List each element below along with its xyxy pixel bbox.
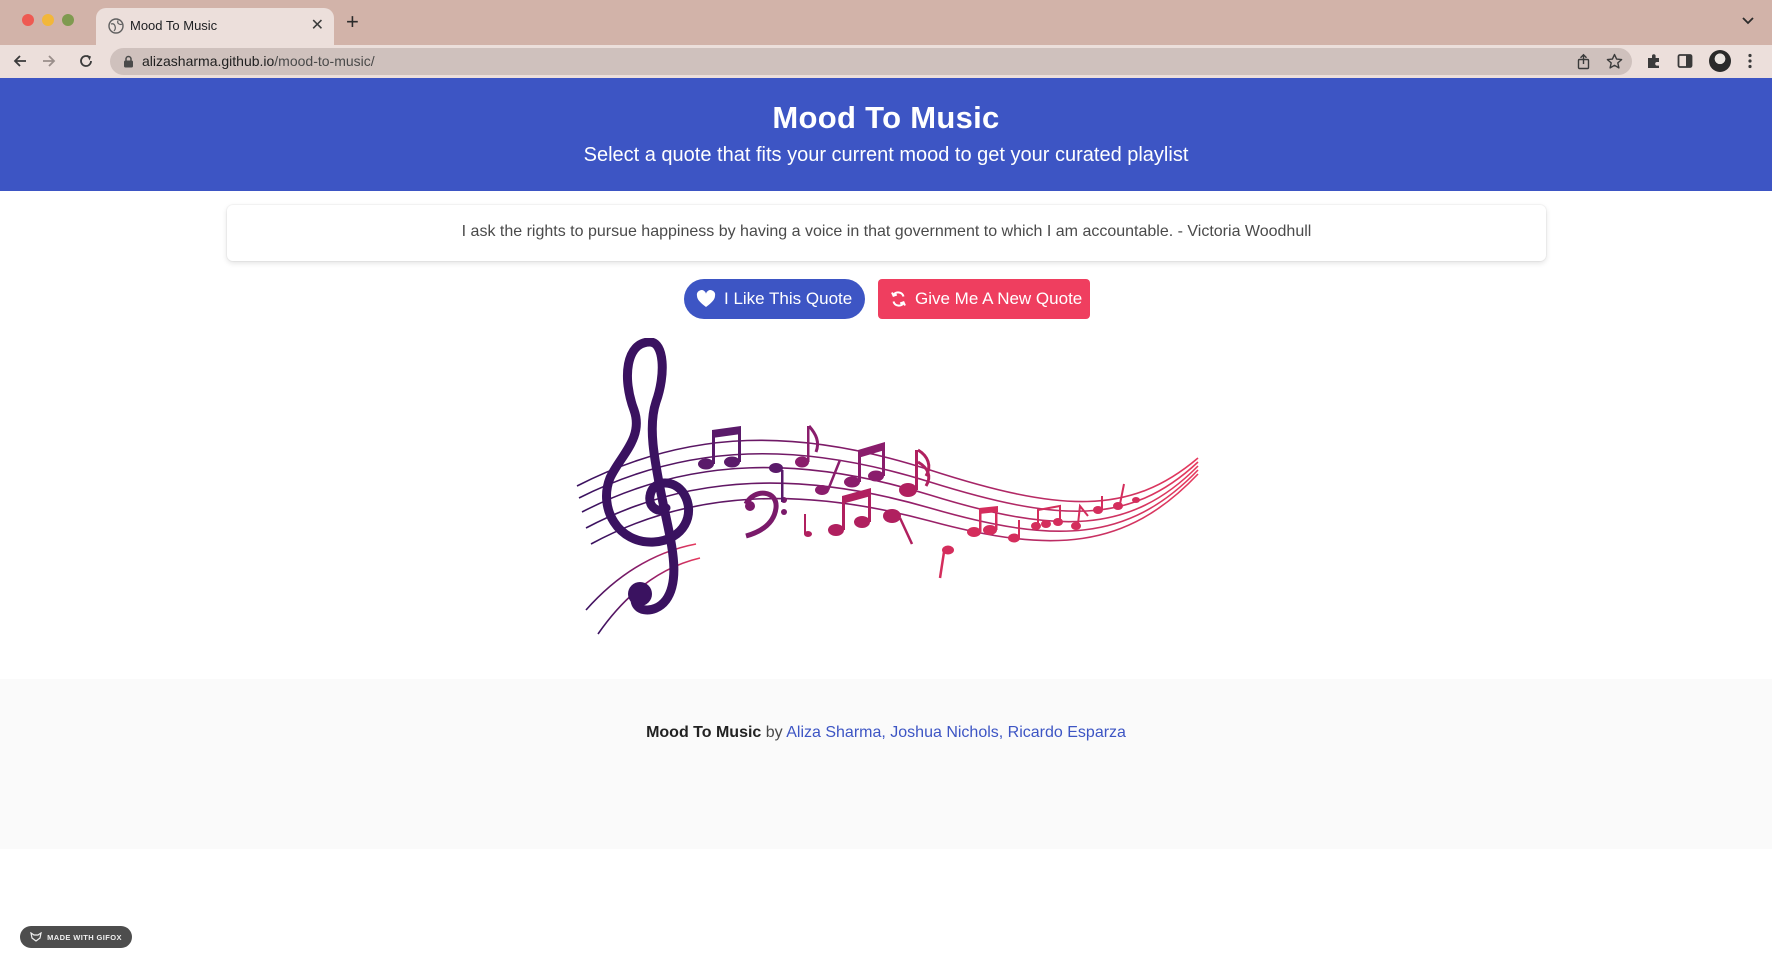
footer: Mood To Music by Aliza Sharma, Joshua Ni… xyxy=(0,679,1772,849)
globe-icon xyxy=(108,18,124,34)
browser-tab[interactable]: Mood To Music ✕ xyxy=(96,8,334,45)
url-host: alizasharma.github.io xyxy=(142,53,275,69)
page-title: Mood To Music xyxy=(772,100,1000,135)
browser-toolbar: alizasharma.github.io/mood-to-music/ xyxy=(0,45,1772,79)
quote-card: I ask the rights to pursue happiness by … xyxy=(227,205,1546,261)
tab-title: Mood To Music xyxy=(130,18,218,33)
refresh-icon xyxy=(891,291,906,307)
close-window-button[interactable] xyxy=(22,14,34,26)
close-tab-icon[interactable]: ✕ xyxy=(311,17,324,35)
lock-icon xyxy=(124,55,133,68)
kebab-menu-icon[interactable] xyxy=(1741,52,1759,70)
page-subtitle: Select a quote that fits your current mo… xyxy=(583,144,1189,166)
back-arrow-icon[interactable] xyxy=(11,52,29,70)
fox-icon xyxy=(30,932,42,942)
forward-arrow-icon[interactable] xyxy=(40,52,58,70)
hero-header: Mood To Music Select a quote that fits y… xyxy=(0,78,1772,191)
browser-tab-strip: Mood To Music ✕ + xyxy=(0,0,1772,45)
new-tab-icon[interactable]: + xyxy=(346,9,359,35)
new-quote-button[interactable]: Give Me A New Quote xyxy=(878,279,1090,319)
url-text: alizasharma.github.io/mood-to-music/ xyxy=(142,53,375,69)
url-path: /mood-to-music/ xyxy=(274,53,375,69)
gifox-badge: MADE WITH GIFOX xyxy=(20,926,132,948)
like-quote-button[interactable]: I Like This Quote xyxy=(684,279,865,319)
quote-text: I ask the rights to pursue happiness by … xyxy=(461,223,1312,240)
footer-app-name: Mood To Music xyxy=(646,724,762,741)
star-icon[interactable] xyxy=(1606,53,1623,70)
chevron-down-icon[interactable] xyxy=(1740,12,1756,28)
gifox-label: MADE WITH GIFOX xyxy=(47,932,122,942)
share-icon[interactable] xyxy=(1575,53,1592,70)
music-notes-illustration xyxy=(576,338,1199,635)
reload-icon[interactable] xyxy=(77,52,95,70)
address-bar[interactable]: alizasharma.github.io/mood-to-music/ xyxy=(110,48,1632,75)
profile-avatar[interactable] xyxy=(1709,50,1731,72)
maximize-window-button[interactable] xyxy=(62,14,74,26)
like-quote-label: I Like This Quote xyxy=(724,289,853,308)
extensions-icon[interactable] xyxy=(1645,52,1663,70)
footer-authors-link[interactable]: Aliza Sharma, Joshua Nichols, Ricardo Es… xyxy=(786,724,1126,741)
minimize-window-button[interactable] xyxy=(42,14,54,26)
heart-icon xyxy=(696,290,716,307)
sidebar-icon[interactable] xyxy=(1676,52,1694,70)
page-viewport: Mood To Music Select a quote that fits y… xyxy=(0,78,1772,966)
footer-by: by xyxy=(765,724,783,741)
footer-credit: Mood To Music by Aliza Sharma, Joshua Ni… xyxy=(0,724,1772,742)
new-quote-label: Give Me A New Quote xyxy=(915,289,1083,308)
